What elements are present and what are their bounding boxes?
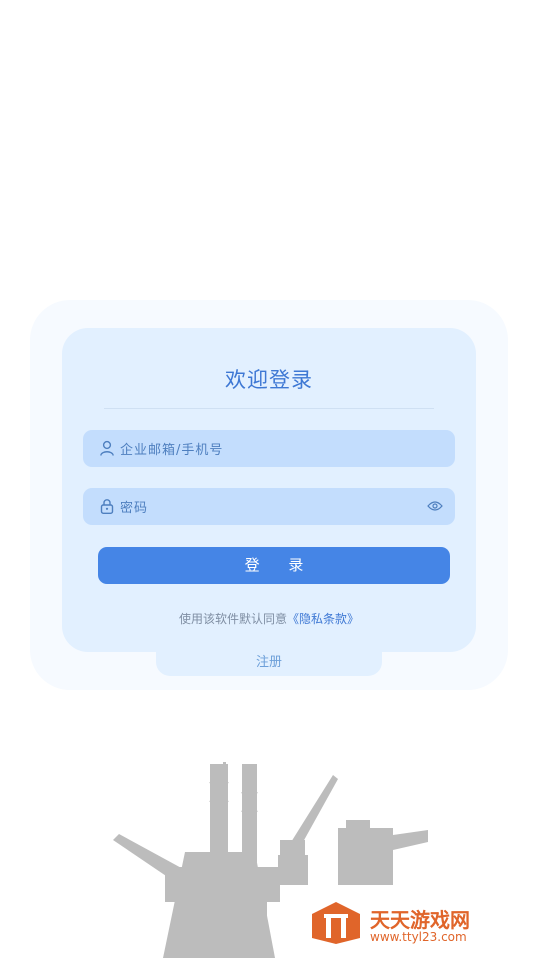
login-title: 欢迎登录 <box>225 368 313 392</box>
login-card: 欢迎登录 企业邮箱/手机号 密码 登 录 使用该软件默认同意《隐私条款》 <box>62 328 476 652</box>
lock-icon <box>100 499 114 514</box>
eye-icon[interactable] <box>427 500 443 512</box>
agreement-prefix: 使用该软件默认同意 <box>178 612 287 626</box>
user-icon <box>100 440 114 456</box>
register-button[interactable]: 注册 <box>156 652 382 676</box>
privacy-link[interactable]: 《隐私条款》 <box>287 612 359 626</box>
account-placeholder: 企业邮箱/手机号 <box>120 443 224 458</box>
title-divider <box>104 408 434 409</box>
password-placeholder: 密码 <box>120 501 149 516</box>
watermark-url: www.ttyl23.com <box>370 930 467 944</box>
agreement-text: 使用该软件默认同意《隐私条款》 <box>62 610 476 627</box>
login-button[interactable]: 登 录 <box>98 547 450 584</box>
crane-illustration <box>278 775 428 885</box>
account-input[interactable]: 企业邮箱/手机号 <box>83 430 455 467</box>
watermark: 天天游戏网 www.ttyl23.com <box>310 900 470 948</box>
watermark-title: 天天游戏网 <box>370 908 470 932</box>
watermark-logo-icon <box>312 902 360 944</box>
oil-rig-illustration <box>113 762 305 958</box>
password-input[interactable]: 密码 <box>83 488 455 525</box>
